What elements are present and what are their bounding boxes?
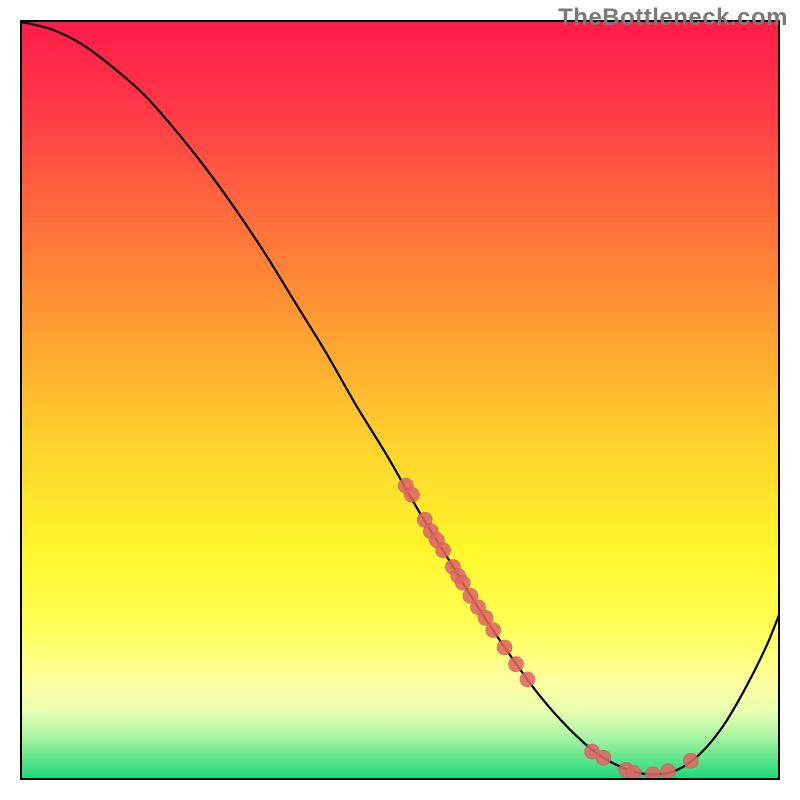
plot-area [20, 20, 780, 780]
background-gradient [22, 22, 778, 778]
chart-container: TheBottleneck.com [0, 0, 800, 800]
